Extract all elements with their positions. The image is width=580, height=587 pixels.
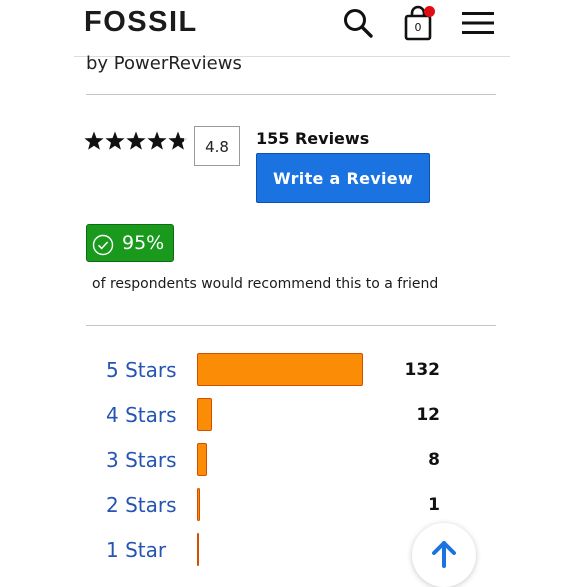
rating-count-5: 132 <box>404 360 441 380</box>
star-filled-icon <box>126 131 146 150</box>
rating-bar-4 <box>197 398 212 431</box>
section-divider <box>86 325 496 326</box>
rating-count-4: 12 <box>416 405 440 425</box>
recommend-text: of respondents would recommend this to a… <box>92 276 439 292</box>
recommend-badge: 95% <box>86 224 174 262</box>
reviews-byline: by PowerReviews <box>86 53 242 74</box>
star-filled-icon <box>84 131 104 150</box>
search-icon[interactable] <box>342 7 374 39</box>
rating-row-5: 5 Stars 132 <box>0 352 580 390</box>
site-header: FOSSIL 0 <box>0 0 580 56</box>
rating-row-4: 4 Stars 12 <box>0 397 580 435</box>
rating-count-3: 8 <box>428 450 440 470</box>
filter-5-stars-link[interactable]: 5 Stars <box>106 358 177 382</box>
rating-bar-3 <box>197 443 207 476</box>
rating-bar-2 <box>197 488 200 521</box>
brand-logo[interactable]: FOSSIL <box>84 6 198 39</box>
section-divider <box>86 94 496 95</box>
rating-row-2: 2 Stars 1 <box>0 487 580 525</box>
star-filled-icon <box>147 131 167 150</box>
back-to-top-button[interactable] <box>412 523 476 587</box>
rating-bar-5 <box>197 353 363 386</box>
arrow-up-icon <box>432 541 456 568</box>
star-rating <box>84 131 188 150</box>
review-count[interactable]: 155 Reviews <box>256 129 369 148</box>
hamburger-menu-icon[interactable] <box>462 10 494 36</box>
rating-row-1: 1 Star <box>0 532 580 570</box>
star-filled-icon <box>105 131 125 150</box>
rating-bar-1 <box>197 533 199 566</box>
filter-3-stars-link[interactable]: 3 Stars <box>106 448 177 472</box>
rating-row-3: 3 Stars 8 <box>0 442 580 480</box>
check-circle-icon <box>92 234 114 256</box>
write-review-button[interactable]: Write a Review <box>256 153 430 203</box>
filter-2-stars-link[interactable]: 2 Stars <box>106 493 177 517</box>
recommend-percent: 95% <box>122 232 165 254</box>
cart-notification-dot <box>424 6 435 17</box>
rating-count-2: 1 <box>428 495 440 515</box>
filter-4-stars-link[interactable]: 4 Stars <box>106 403 177 427</box>
filter-1-star-link[interactable]: 1 Star <box>106 538 166 562</box>
average-rating: 4.8 <box>194 126 240 166</box>
shopping-bag-button[interactable]: 0 <box>402 5 435 41</box>
cart-count: 0 <box>414 21 422 34</box>
